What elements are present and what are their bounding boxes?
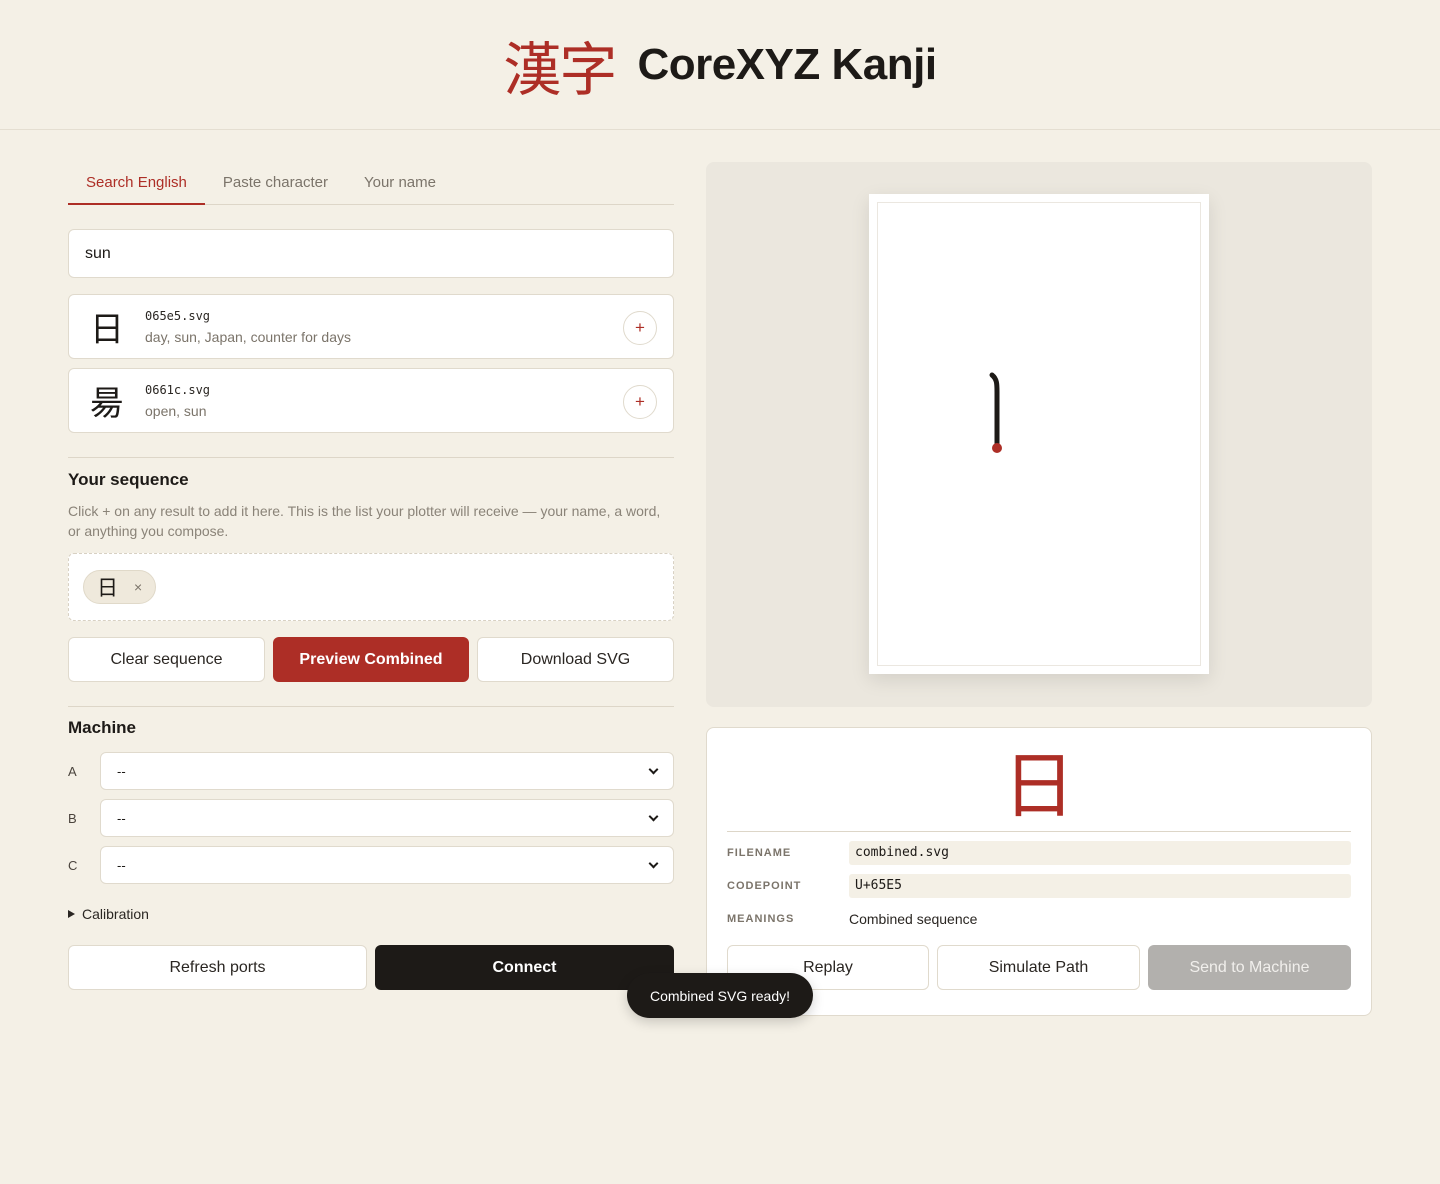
filename-label: FILENAME [727,847,792,859]
machine-title: Machine [68,718,137,737]
calibration-label: Calibration [82,906,149,922]
divider [68,457,674,458]
result-glyph: 日 [90,310,124,350]
clear-sequence-button[interactable]: Clear sequence [68,637,265,682]
result-item: 昜 0661c.svg open, sun + [68,368,674,433]
port-select-b[interactable]: -- [100,799,674,837]
preview-combined-button[interactable]: Preview Combined [273,637,469,682]
meanings-value: Combined sequence [849,911,978,927]
port-label-b: B [68,810,77,826]
sequence-chip-glyph: 日 [97,576,118,600]
paper-preview [869,194,1209,674]
result-meanings: open, sun [145,402,207,419]
result-glyph: 昜 [90,384,124,424]
result-meanings: day, sun, Japan, counter for days [145,328,351,345]
sequence-chip[interactable]: 日 × [83,570,157,604]
add-to-sequence-button[interactable]: + [623,385,657,419]
tab-your-name[interactable]: Your name [346,162,454,205]
port-select-b-value: -- [117,810,126,826]
filename-row: FILENAME combined.svg [727,841,1351,865]
codepoint-value: U+65E5 [849,874,1351,898]
disclosure-triangle-icon [68,910,75,918]
port-label-c: C [68,857,78,873]
chevron-down-icon [648,811,659,821]
meanings-row: MEANINGS Combined sequence [727,907,1351,931]
mode-tabs: Search English Paste character Your name [68,162,674,205]
calibration-toggle[interactable]: Calibration [68,906,674,922]
meanings-label: MEANINGS [727,913,795,925]
result-filename: 065e5.svg [145,308,211,323]
logo-glyph: 漢字 [503,35,617,104]
result-item: 日 065e5.svg day, sun, Japan, counter for… [68,294,674,359]
simulate-path-button[interactable]: Simulate Path [937,945,1140,990]
stroke-path [989,372,1000,450]
sequence-title: Your sequence [68,470,189,489]
tab-search-english[interactable]: Search English [68,162,205,205]
left-panel: Search English Paste character Your name… [68,162,674,990]
add-to-sequence-button[interactable]: + [623,311,657,345]
port-select-row-a: A -- [68,752,674,790]
sequence-dropzone: 日 × [68,553,674,621]
port-select-row-c: C -- [68,846,674,884]
download-svg-button[interactable]: Download SVG [477,637,674,682]
sequence-help-text: Click + on any result to add it here. Th… [68,503,661,539]
character-detail-card: 日 FILENAME combined.svg CODEPOINT U+65E5… [706,727,1372,1016]
search-input-value: sun [85,244,111,262]
plot-preview-stage [706,162,1372,707]
refresh-ports-button[interactable]: Refresh ports [68,945,367,990]
divider [68,706,674,707]
app-title: CoreXYZ Kanji [637,39,937,89]
detail-glyph: 日 [727,728,1351,832]
port-select-a[interactable]: -- [100,752,674,790]
remove-chip-icon[interactable]: × [134,579,142,595]
stroke-preview-canvas [989,372,1002,453]
port-select-row-b: B -- [68,799,674,837]
result-filename: 0661c.svg [145,382,211,397]
filename-value: combined.svg [849,841,1351,865]
codepoint-label: CODEPOINT [727,880,802,892]
codepoint-row: CODEPOINT U+65E5 [727,874,1351,898]
port-select-c[interactable]: -- [100,846,674,884]
port-select-a-value: -- [117,763,126,779]
port-select-c-value: -- [117,857,126,873]
tab-paste-character[interactable]: Paste character [205,162,346,205]
app-header: 漢字 CoreXYZ Kanji [0,0,1440,130]
chevron-down-icon [648,858,659,868]
send-to-machine-button[interactable]: Send to Machine [1148,945,1351,990]
toast-notification: Combined SVG ready! [627,973,813,1018]
port-label-a: A [68,763,77,779]
pen-position-marker [992,443,1002,453]
chevron-down-icon [648,764,659,774]
search-input[interactable]: sun [68,229,674,278]
